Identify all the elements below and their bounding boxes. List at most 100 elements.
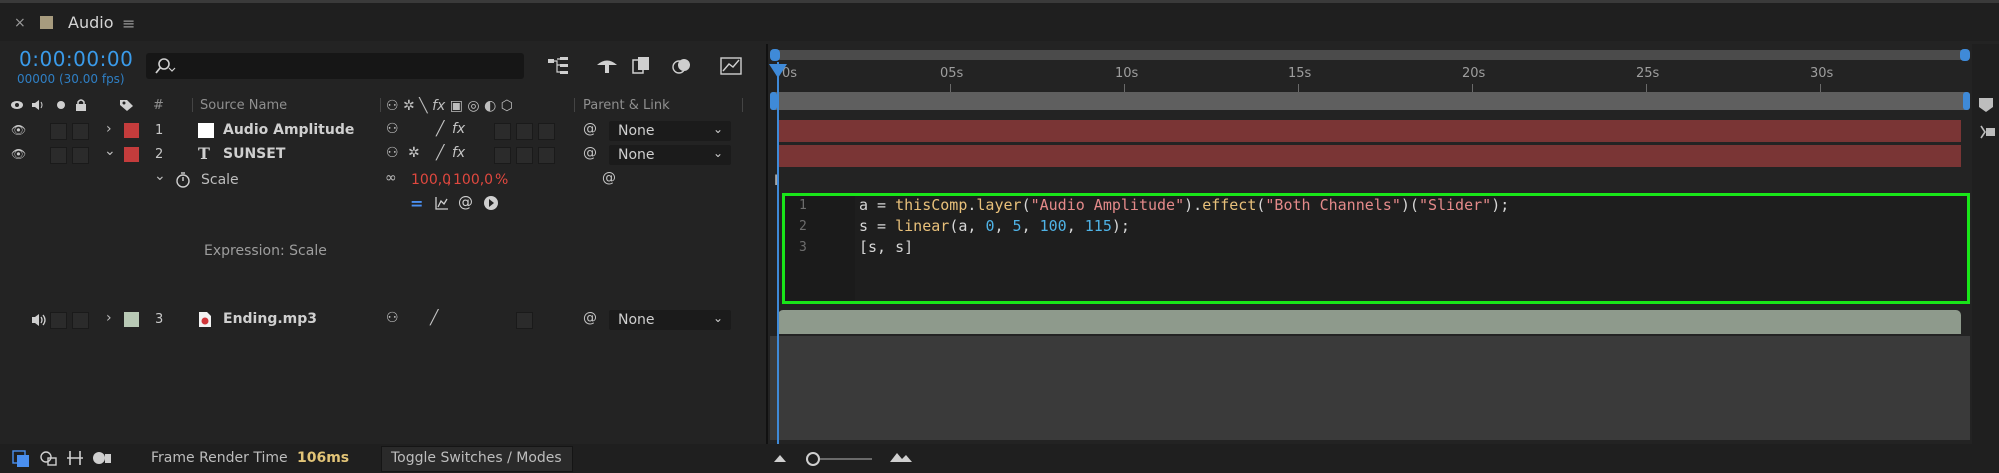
solo-toggle[interactable] xyxy=(50,123,67,140)
pick-whip-icon[interactable]: @ xyxy=(583,310,597,326)
time-navigator[interactable] xyxy=(770,50,1970,60)
source-name-column-label[interactable]: Source Name xyxy=(200,98,287,113)
layer-name[interactable]: SUNSET xyxy=(223,146,285,162)
parent-link-column-label[interactable]: Parent & Link xyxy=(583,98,670,113)
comp-marker-bin-icon[interactable] xyxy=(1977,96,1995,114)
expression-language-menu-icon[interactable] xyxy=(483,195,499,211)
shy-switch-icon[interactable]: ⚇ xyxy=(386,121,399,137)
expression-controls: = @ xyxy=(410,193,510,214)
lock-toggle[interactable] xyxy=(72,123,89,140)
chevron-down-icon[interactable]: ⌄ xyxy=(104,143,116,159)
audio-column-icon xyxy=(32,100,43,110)
layer-name[interactable]: Ending.mp3 xyxy=(223,311,317,327)
solo-toggle[interactable] xyxy=(50,147,67,164)
lock-toggle[interactable] xyxy=(72,312,89,329)
current-time-indicator[interactable] xyxy=(777,62,779,444)
transfer-controls-pane-icon[interactable] xyxy=(39,449,59,467)
pick-whip-icon[interactable]: @ xyxy=(602,170,616,186)
layer-duration-bar[interactable] xyxy=(778,145,1961,167)
draft-3d-icon[interactable] xyxy=(594,55,620,77)
motion-blur-icon[interactable] xyxy=(670,55,696,77)
work-area-bar[interactable] xyxy=(770,92,1970,110)
motion-blur-switch[interactable] xyxy=(516,312,533,329)
layer-duration-bar[interactable] xyxy=(778,310,1961,334)
expression-line-1[interactable]: a = thisComp.layer("Audio Amplitude").ef… xyxy=(859,196,1509,214)
render-time-pane-icon[interactable] xyxy=(91,449,113,467)
layer-row[interactable]: 👁 › 1 Audio Amplitude ⚇ ╱ fx @ None ⌄ xyxy=(0,119,768,143)
toggle-switches-modes-label[interactable]: Toggle Switches / Modes xyxy=(391,450,562,466)
parent-dropdown[interactable]: None ⌄ xyxy=(609,121,731,141)
shy-switch-icon[interactable]: ⚇ xyxy=(386,145,399,161)
layer-row[interactable]: 👁 ⌄ 2 T SUNSET ⚇ ✲ ╱ fx @ None ⌄ xyxy=(0,143,768,167)
expression-editor[interactable]: 1 2 3 a = thisComp.layer("Audio Amplitud… xyxy=(782,193,1970,304)
layer-switches-pane-icon[interactable] xyxy=(12,450,30,468)
zoom-out-mountain-icon[interactable] xyxy=(773,452,789,464)
search-input[interactable] xyxy=(146,53,524,79)
shy-switch-icon[interactable]: ⚇ xyxy=(386,310,399,326)
expression-pick-whip-icon[interactable]: @ xyxy=(458,193,473,211)
solo-toggle[interactable] xyxy=(50,312,67,329)
graph-editor-icon[interactable] xyxy=(718,54,744,76)
audio-speaker-icon[interactable] xyxy=(30,312,48,328)
expression-label: Expression: Scale xyxy=(204,243,327,259)
parent-dropdown[interactable]: None ⌄ xyxy=(609,145,731,165)
frame-blend-switch[interactable] xyxy=(494,123,511,140)
effects-switch-icon[interactable]: fx xyxy=(452,145,465,161)
parent-dropdown[interactable]: None ⌄ xyxy=(609,310,731,330)
lock-toggle[interactable] xyxy=(72,147,89,164)
expression-line-3[interactable]: [s, s] xyxy=(859,238,913,256)
zoom-in-mountain-icon[interactable] xyxy=(889,450,913,464)
collapse-switch-icon[interactable]: ✲ xyxy=(408,145,420,161)
search-icon[interactable] xyxy=(154,56,176,76)
layer-number: 2 xyxy=(155,147,164,162)
video-visibility-column-icon xyxy=(11,101,23,109)
adjustment-switch[interactable] xyxy=(538,123,555,140)
scale-y-value[interactable]: 100,0 xyxy=(453,172,493,188)
label-color-swatch[interactable] xyxy=(124,312,139,327)
frame-blend-switch[interactable] xyxy=(494,147,511,164)
chevron-right-icon[interactable]: › xyxy=(106,310,112,326)
label-color-swatch[interactable] xyxy=(124,123,139,138)
label-color-swatch[interactable] xyxy=(124,147,139,162)
motion-blur-switch[interactable] xyxy=(516,123,533,140)
layer-row[interactable]: › 3 Ending.mp3 ⚇ ╱ @ None ⌄ xyxy=(0,308,768,332)
line-number: 2 xyxy=(799,219,807,234)
chevron-right-icon[interactable]: › xyxy=(106,121,112,137)
ruler-label: 30s xyxy=(1810,66,1834,81)
ruler-label: 25s xyxy=(1636,66,1660,81)
work-area-start-handle[interactable] xyxy=(770,92,777,110)
visibility-eye-icon[interactable]: 👁 xyxy=(11,147,26,161)
composition-mini-flowchart-icon[interactable] xyxy=(546,55,572,77)
comp-button-icon[interactable] xyxy=(1975,122,1997,142)
effects-switch-icon[interactable]: fx xyxy=(452,121,465,137)
show-post-expression-graph-icon[interactable] xyxy=(434,195,450,211)
pick-whip-icon[interactable]: @ xyxy=(583,145,597,161)
panel-menu-icon[interactable]: ≡ xyxy=(122,14,135,33)
enable-expression-icon[interactable]: = xyxy=(410,194,423,213)
layer-duration-bar[interactable] xyxy=(778,120,1961,142)
current-time-display[interactable]: 0:00:00:00 xyxy=(19,47,133,71)
in-out-duration-pane-icon[interactable] xyxy=(66,449,84,467)
chevron-down-icon[interactable]: ⌄ xyxy=(154,168,166,184)
adjustment-switch[interactable] xyxy=(538,147,555,164)
quality-switch-icon[interactable]: ╱ xyxy=(436,121,444,137)
expression-line-2[interactable]: s = linear(a, 0, 5, 100, 115); xyxy=(859,217,1130,235)
panel-title[interactable]: Audio xyxy=(68,13,113,32)
constrain-proportions-icon[interactable]: ∞ xyxy=(385,170,397,186)
motion-blur-switch[interactable] xyxy=(516,147,533,164)
stopwatch-icon[interactable] xyxy=(175,171,191,189)
visibility-eye-icon[interactable]: 👁 xyxy=(11,123,26,137)
quality-switch-icon[interactable]: ╱ xyxy=(436,145,444,161)
work-area-end-handle[interactable] xyxy=(1963,92,1970,110)
zoom-slider-thumb[interactable] xyxy=(806,452,820,466)
layer-name[interactable]: Audio Amplitude xyxy=(223,122,354,138)
panel-divider[interactable] xyxy=(766,44,768,444)
status-bar: Frame Render Time 106ms Toggle Switches … xyxy=(0,444,1999,473)
frame-blending-icon[interactable] xyxy=(630,55,656,77)
quality-switch-icon[interactable]: ╱ xyxy=(430,310,438,326)
number-column-label: # xyxy=(153,98,164,113)
pick-whip-icon[interactable]: @ xyxy=(583,121,597,137)
time-ruler[interactable]: 0s 05s 10s 15s 20s 25s 30s xyxy=(770,60,1970,92)
close-tab-icon[interactable]: × xyxy=(14,15,26,31)
scale-x-value[interactable]: 100,0 xyxy=(411,172,451,188)
